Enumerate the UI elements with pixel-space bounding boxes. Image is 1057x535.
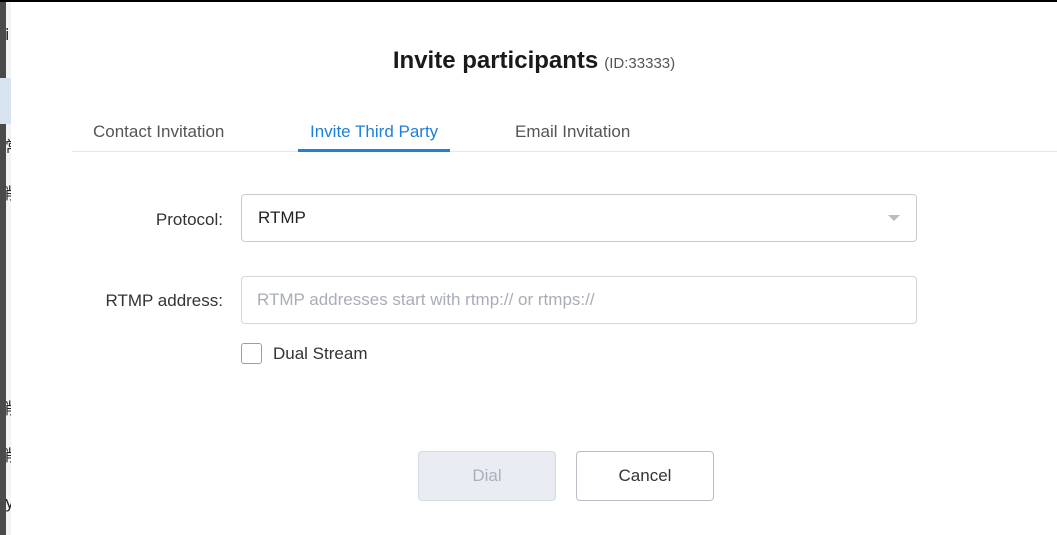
background-glyph: i [5,25,10,44]
protocol-label: Protocol: [155,210,223,229]
rtmp-address-label: RTMP address: [105,291,223,310]
tab-invite-third-party[interactable]: Invite Third Party [297,118,451,152]
protocol-select[interactable]: RTMP [241,194,917,242]
checkbox-unchecked-icon[interactable] [241,343,262,364]
background-window-strip: i 常 削 削 削 y [0,2,11,535]
invitation-tabs: Contact Invitation Invite Third Party Em… [72,118,1057,152]
dialog-title-text: Invite participants [392,47,599,74]
dual-stream-label: Dual Stream [273,344,368,363]
meeting-id: (ID:33333) [604,55,676,72]
dialog-title: Invite participants (ID:33333) [11,46,1057,79]
background-selected-row [0,78,11,124]
tab-email-invitation[interactable]: Email Invitation [515,118,630,151]
cancel-button[interactable]: Cancel [576,451,714,501]
screen: i 常 削 削 削 y Invite participants (ID:33333… [0,0,1057,535]
rtmp-address-input[interactable] [241,276,917,324]
caret-down-icon [888,215,900,221]
dial-button[interactable]: Dial [418,451,556,501]
tab-contact-invitation[interactable]: Contact Invitation [93,118,224,151]
invite-participants-dialog: Invite participants (ID:33333) Contact In… [11,2,1057,535]
protocol-selected-value: RTMP [258,208,306,227]
